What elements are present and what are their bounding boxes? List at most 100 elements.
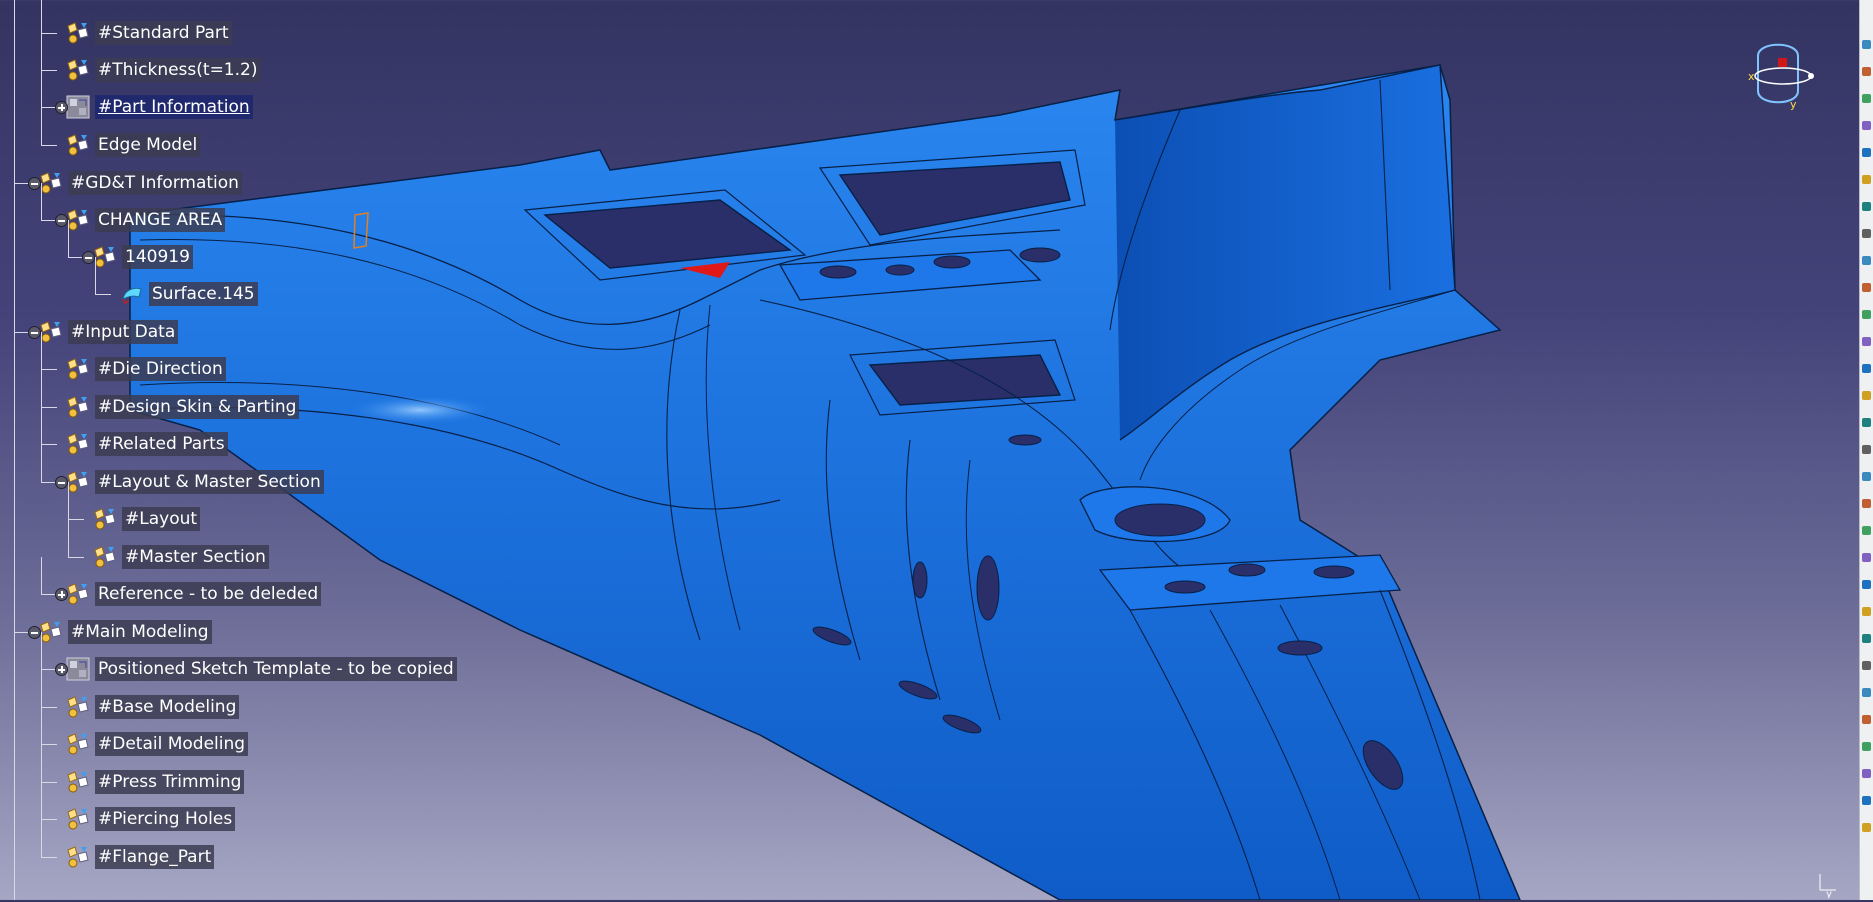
part-body-icon (65, 394, 91, 420)
toolbar-tool-icon[interactable] (1862, 445, 1871, 454)
tree-node-label: #Standard Part (95, 21, 232, 45)
part-body-icon (65, 132, 91, 158)
toolbar-tool-icon[interactable] (1862, 499, 1871, 508)
toolbar-tool-icon[interactable] (1862, 175, 1871, 184)
tree-node[interactable]: Reference - to be deleded (65, 577, 322, 611)
tree-connector (41, 707, 42, 745)
tree-node-label: #Related Parts (95, 432, 228, 456)
tree-node[interactable]: #Thickness(t=1.2) (65, 53, 261, 87)
tree-connector (41, 445, 42, 483)
tree-node[interactable]: #Related Parts (65, 427, 228, 461)
orientation-compass[interactable]: x y (1748, 36, 1818, 116)
tree-connector (41, 70, 42, 108)
tree-node-label: #Part Information (95, 95, 253, 119)
collapse-icon[interactable] (28, 626, 41, 639)
tree-node[interactable]: Surface.145 (119, 277, 258, 311)
collapse-icon[interactable] (82, 251, 95, 264)
toolbar-tool-icon[interactable] (1862, 472, 1871, 481)
toolbar-tool-icon[interactable] (1862, 580, 1871, 589)
tree-node[interactable]: #Master Section (92, 540, 269, 574)
toolbar-tool-icon[interactable] (1862, 661, 1871, 670)
expand-icon[interactable] (55, 101, 68, 114)
expand-icon[interactable] (55, 588, 68, 601)
toolbar-tool-icon[interactable] (1862, 742, 1871, 751)
tree-connector (41, 819, 57, 820)
tree-node[interactable]: #Press Trimming (65, 765, 245, 799)
toolbar-tool-icon[interactable] (1862, 391, 1871, 400)
tree-node[interactable]: #Detail Modeling (65, 727, 249, 761)
tree-node[interactable]: #Part Information (65, 90, 253, 124)
tree-node-label: Reference - to be deleded (95, 582, 322, 606)
tree-node[interactable]: 140919 (92, 240, 193, 274)
toolbar-tool-icon[interactable] (1862, 148, 1871, 157)
part-body-icon (65, 731, 91, 757)
tree-node[interactable]: #Die Direction (65, 352, 226, 386)
expand-icon[interactable] (55, 663, 68, 676)
collapse-icon[interactable] (28, 326, 41, 339)
collapse-icon[interactable] (55, 476, 68, 489)
toolbar-tool-icon[interactable] (1862, 418, 1871, 427)
toolbar-tool-icon[interactable] (1862, 40, 1871, 49)
tree-node-label: #Main Modeling (68, 620, 212, 644)
surface-icon (119, 281, 145, 307)
tree-connector (41, 332, 42, 370)
toolbar-tool-icon[interactable] (1862, 553, 1871, 562)
tree-connector (41, 670, 42, 708)
tree-node[interactable]: #Piercing Holes (65, 802, 236, 836)
tree-connector (68, 557, 84, 558)
toolbar-tool-icon[interactable] (1862, 256, 1871, 265)
tree-connector (41, 183, 42, 221)
toolbar-tool-icon[interactable] (1862, 634, 1871, 643)
toolbar-tool-icon[interactable] (1862, 526, 1871, 535)
tree-connector (41, 782, 42, 820)
toolbar-tool-icon[interactable] (1862, 337, 1871, 346)
tree-node[interactable]: #Flange_Part (65, 840, 215, 874)
geometric-set-icon (65, 94, 91, 120)
toolbar-tool-icon[interactable] (1862, 715, 1871, 724)
toolbar-tool-icon[interactable] (1862, 796, 1871, 805)
tree-node[interactable]: #Standard Part (65, 16, 232, 50)
collapse-icon[interactable] (28, 177, 41, 190)
tree-connector (68, 519, 84, 520)
toolbar-tool-icon[interactable] (1862, 229, 1871, 238)
toolbar-tool-icon[interactable] (1862, 688, 1871, 697)
tree-node[interactable]: Positioned Sketch Template - to be copie… (65, 652, 457, 686)
tree-connector (41, 632, 42, 670)
tree-node-label: #Design Skin & Parting (95, 395, 300, 419)
tree-node[interactable]: CHANGE AREA (65, 203, 226, 237)
tree-connector (41, 707, 57, 708)
tree-node[interactable]: #Layout (92, 502, 201, 536)
toolbar-tool-icon[interactable] (1862, 769, 1871, 778)
geometric-set-icon (65, 656, 91, 682)
tree-node-label: Positioned Sketch Template - to be copie… (95, 657, 457, 681)
tree-connector (41, 0, 42, 34)
toolbar-tool-icon[interactable] (1862, 310, 1871, 319)
toolbar-tool-icon[interactable] (1862, 364, 1871, 373)
tree-connector (41, 33, 42, 71)
tree-node[interactable]: #Design Skin & Parting (65, 390, 300, 424)
tree-connector (41, 857, 57, 858)
toolbar-tool-icon[interactable] (1862, 67, 1871, 76)
part-body-icon (65, 694, 91, 720)
tree-node[interactable]: #Main Modeling (38, 615, 212, 649)
part-body-icon (65, 20, 91, 46)
tree-node[interactable]: #Layout & Master Section (65, 465, 324, 499)
tree-node[interactable]: #Input Data (38, 315, 179, 349)
toolbar-tool-icon[interactable] (1862, 202, 1871, 211)
tree-node[interactable]: Edge Model (65, 128, 201, 162)
tree-node-label: Surface.145 (149, 282, 258, 306)
toolbar-tool-icon[interactable] (1862, 823, 1871, 832)
toolbar-tool-icon[interactable] (1862, 607, 1871, 616)
toolbar-tool-icon[interactable] (1862, 94, 1871, 103)
tree-connector (41, 745, 42, 783)
collapse-icon[interactable] (55, 214, 68, 227)
tree-node-label: #Input Data (68, 320, 179, 344)
toolbar-tool-icon[interactable] (1862, 283, 1871, 292)
tree-node[interactable]: #GD&T Information (38, 166, 242, 200)
tree-connector (41, 820, 42, 858)
compass-x-label: x (1748, 70, 1755, 83)
toolbar-tool-icon[interactable] (1862, 121, 1871, 130)
part-body-icon (92, 506, 118, 532)
tree-connector (95, 294, 111, 295)
tree-node[interactable]: #Base Modeling (65, 690, 240, 724)
